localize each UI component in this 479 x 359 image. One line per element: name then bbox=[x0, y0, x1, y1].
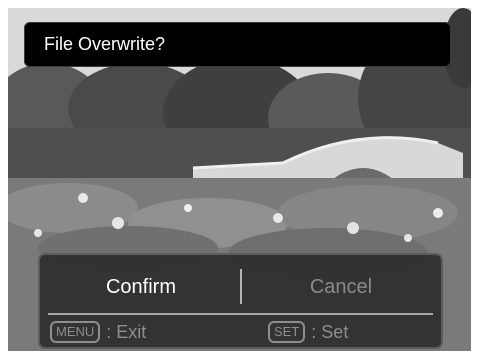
dialog-title: File Overwrite? bbox=[44, 34, 166, 54]
set-key-icon: SET bbox=[268, 321, 306, 343]
exit-hint-label: : Exit bbox=[106, 321, 147, 342]
menu-key-icon: MENU bbox=[50, 321, 101, 343]
cancel-button[interactable]: Cancel bbox=[246, 265, 436, 309]
option-divider bbox=[240, 269, 242, 304]
overwrite-dialog: Confirm Cancel MENU : Exit SET : Set bbox=[38, 253, 443, 349]
title-bar: File Overwrite? bbox=[24, 22, 451, 67]
camera-screen: File Overwrite? Confirm Cancel MENU : Ex… bbox=[8, 8, 471, 351]
menu-exit-hint: MENU : Exit bbox=[50, 320, 146, 344]
set-hint: SET : Set bbox=[268, 320, 348, 344]
confirm-button[interactable]: Confirm bbox=[46, 265, 236, 309]
hint-divider bbox=[48, 313, 433, 315]
set-hint-label: : Set bbox=[311, 321, 349, 342]
